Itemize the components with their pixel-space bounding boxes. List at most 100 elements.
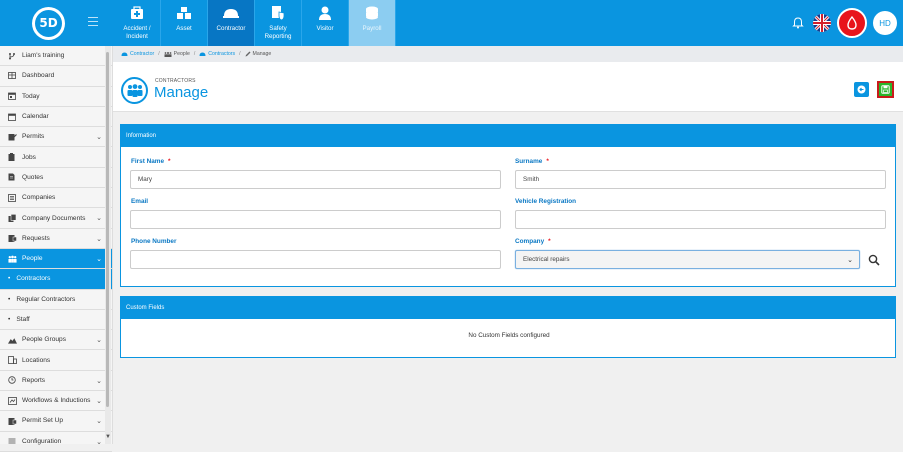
chevron-down-icon: ⌄: [847, 257, 853, 264]
pencil-icon: [245, 51, 251, 57]
email-field[interactable]: [130, 210, 501, 229]
save-button[interactable]: [877, 81, 894, 98]
module-contractor[interactable]: Contractor: [208, 0, 255, 46]
breadcrumb-label: People: [173, 51, 190, 57]
boxes-icon: [176, 3, 192, 23]
sidebar-item-workflows[interactable]: Workflows & Inductions ⌄: [0, 391, 112, 412]
sidebar-item-people-groups[interactable]: People Groups ⌄: [0, 330, 112, 351]
hard-hat-icon: [199, 52, 206, 56]
sidebar-item-calendar[interactable]: Calendar: [0, 107, 112, 128]
chevron-down-icon[interactable]: ⌄: [96, 377, 102, 385]
sidebar-item-label: Contractors: [16, 275, 51, 283]
chevron-down-icon[interactable]: ⌄: [96, 133, 102, 141]
bullet-icon: •: [8, 316, 11, 323]
sidebar-item-company-documents[interactable]: Company Documents ⌄: [0, 208, 112, 229]
sidebar-item-permits[interactable]: Permits ⌄: [0, 127, 112, 148]
people-icon: [8, 255, 17, 263]
first-name-field[interactable]: Mary: [130, 170, 501, 189]
logo-text: 5D: [35, 9, 62, 37]
breadcrumb-contractors[interactable]: Contractors: [199, 51, 235, 57]
module-asset[interactable]: Asset: [161, 0, 208, 46]
sidebar-item-label: Permit Set Up: [22, 417, 64, 425]
chevron-down-icon[interactable]: ⌄: [96, 397, 102, 405]
sidebar-subitem-regular-contractors[interactable]: • Regular Contractors: [0, 290, 112, 310]
sidebar-item-permit-setup[interactable]: Permit Set Up ⌄: [0, 411, 112, 432]
sidebar-item-reports[interactable]: Reports ⌄: [0, 371, 112, 392]
sidebar-item-label: Permits: [22, 133, 45, 141]
custom-fields-panel: Custom Fields No Custom Fields configure…: [120, 296, 896, 358]
uk-flag-icon[interactable]: [813, 14, 831, 32]
dashboard-icon: [8, 72, 17, 80]
information-panel: Information First Name * Mary Surname * Sm…: [120, 124, 896, 287]
chevron-down-icon[interactable]: ⌄: [96, 214, 102, 222]
sidebar-item-locations[interactable]: Locations: [0, 350, 112, 371]
hard-hat-icon: [222, 3, 240, 23]
sidebar: Liam's training Dashboard Today Calendar…: [0, 46, 113, 452]
bell-icon[interactable]: [789, 14, 807, 32]
permit-icon: [8, 133, 17, 141]
header-actions: HD: [789, 0, 903, 46]
sidebar-item-label: Companies: [22, 194, 56, 202]
app-logo[interactable]: 5D: [32, 6, 65, 40]
breadcrumb-separator: /: [158, 51, 160, 57]
phone-number-field[interactable]: [130, 250, 501, 269]
permit-setup-icon: [8, 417, 17, 425]
locations-icon: [8, 356, 17, 364]
sidebar-item-people[interactable]: People ⌄: [0, 248, 112, 270]
chevron-down-icon[interactable]: ⌄: [96, 417, 102, 425]
top-bar: 5D Accident / Incident Asset Contractor: [0, 0, 903, 46]
sidebar-item-label: People: [22, 255, 43, 263]
chevron-down-icon[interactable]: ⌄: [96, 336, 102, 344]
chevron-up-icon[interactable]: ⌄: [96, 255, 102, 263]
sidebar-item-configuration[interactable]: Configuration ⌄: [0, 432, 112, 452]
chevron-down-icon[interactable]: ⌄: [96, 235, 102, 243]
breadcrumb-contractor[interactable]: Contractor: [121, 51, 154, 57]
module-label: Visitor: [316, 25, 334, 32]
sidebar-item-training[interactable]: Liam's training: [0, 46, 112, 67]
module-label: Contractor: [216, 25, 246, 32]
first-name-label: First Name *: [131, 158, 171, 165]
back-button[interactable]: [854, 82, 869, 97]
menu-toggle-icon[interactable]: [88, 17, 98, 26]
sidebar-item-label: People Groups: [22, 336, 66, 344]
sidebar-subitem-contractors[interactable]: • Contractors: [0, 269, 112, 290]
module-accident-incident[interactable]: Accident / Incident: [114, 0, 161, 46]
chevron-down-icon[interactable]: ⌄: [96, 438, 102, 446]
bullet-icon: •: [8, 295, 11, 303]
sidebar-scroll-thumb[interactable]: [106, 52, 109, 407]
sidebar-item-requests[interactable]: Requests ⌄: [0, 229, 112, 249]
breadcrumb-separator: /: [193, 51, 196, 57]
sidebar-item-companies[interactable]: Companies: [0, 188, 112, 209]
company-label: Company *: [515, 238, 551, 245]
document-icon: [8, 173, 17, 181]
sidebar-item-today[interactable]: Today: [0, 87, 112, 107]
surname-field[interactable]: Smith: [515, 170, 886, 189]
emergency-drop-icon[interactable]: [837, 8, 867, 38]
search-icon[interactable]: [868, 254, 880, 266]
sidebar-item-dashboard[interactable]: Dashboard: [0, 66, 112, 87]
no-custom-fields-message: No Custom Fields configured: [468, 332, 550, 339]
company-select[interactable]: Electrical repairs ⌄: [515, 250, 860, 269]
module-payroll[interactable]: Payroll: [349, 0, 396, 46]
breadcrumb-people[interactable]: People: [164, 51, 190, 57]
calendar-today-icon: [8, 92, 17, 101]
page-header: CONTRACTORS Manage: [113, 62, 903, 112]
sidebar-item-label: Locations: [22, 356, 51, 364]
sidebar-subitem-staff[interactable]: • Staff: [0, 310, 112, 331]
module-safety-reporting[interactable]: Safety Reporting: [255, 0, 302, 46]
sidebar-item-label: Regular Contractors: [16, 295, 76, 303]
company-selected-value: Electrical repairs: [523, 256, 570, 263]
sidebar-item-quotes[interactable]: Quotes: [0, 168, 112, 189]
surname-label: Surname *: [515, 158, 549, 165]
documents-icon: [8, 214, 17, 223]
module-visitor[interactable]: Visitor: [302, 0, 349, 46]
people-icon: [121, 77, 148, 104]
user-avatar[interactable]: HD: [873, 11, 897, 35]
sidebar-item-jobs[interactable]: Jobs: [0, 147, 112, 168]
person-icon: [317, 3, 333, 23]
sidebar-item-label: Reports: [22, 376, 46, 384]
coins-icon: [364, 3, 380, 23]
scroll-down-icon[interactable]: ▼: [105, 434, 111, 440]
vehicle-registration-field[interactable]: [515, 210, 886, 229]
breadcrumb-label: Contractor: [130, 51, 155, 57]
